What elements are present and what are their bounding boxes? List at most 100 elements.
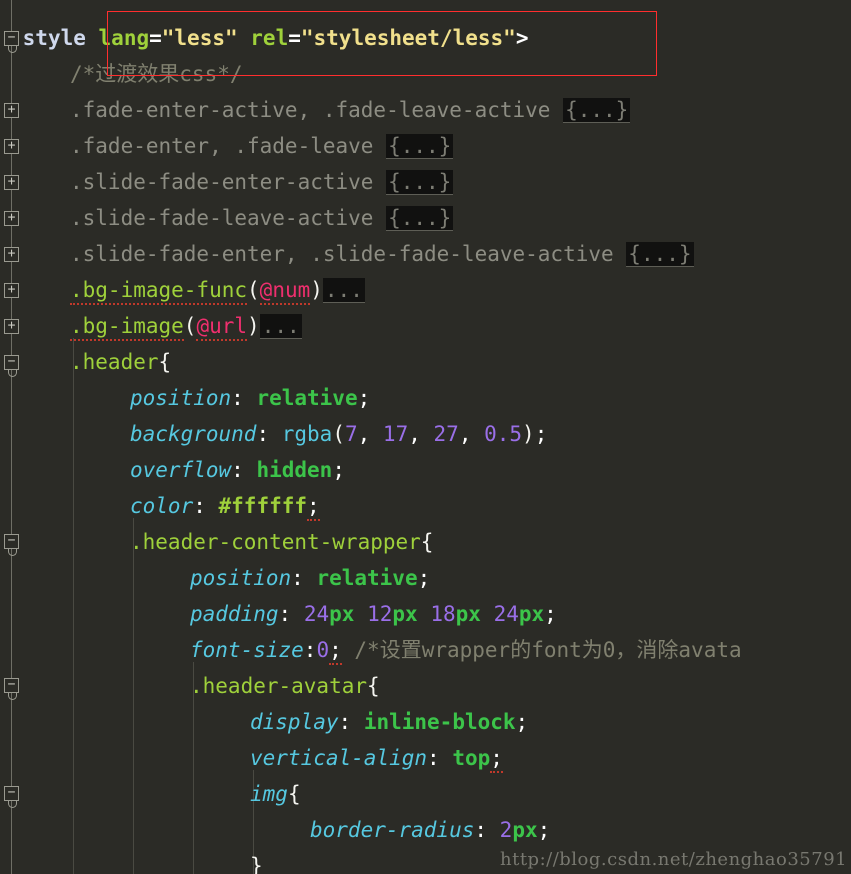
code-line[interactable]: img{ <box>0 776 851 812</box>
folded-code-marker[interactable]: {...} <box>386 206 454 231</box>
code-line[interactable]: .header-avatar{ <box>0 668 851 704</box>
code-line[interactable]: .header-content-wrapper{ <box>0 524 851 560</box>
fold-collapse-icon[interactable]: − <box>4 31 19 46</box>
code-token: .slide-fade-enter, .slide-fade-leave-act… <box>70 242 627 266</box>
code-token: ; <box>537 818 551 842</box>
code-token: , <box>408 422 434 446</box>
code-token: px <box>455 602 481 626</box>
fold-expand-icon[interactable]: + <box>4 175 19 190</box>
code-token: position <box>130 386 232 410</box>
code-line[interactable]: padding: 24px 12px 18px 24px; <box>0 596 851 632</box>
code-line[interactable]: .bg-image(@url)... <box>0 308 851 344</box>
code-line[interactable]: /*过渡效果css*/ <box>0 56 851 92</box>
fold-glyph: + <box>7 174 16 189</box>
code-line[interactable]: .fade-enter-active, .fade-leave-active {… <box>0 92 851 128</box>
code-token: : <box>427 746 453 770</box>
code-token: /*过渡效果css*/ <box>70 62 243 86</box>
code-token: .header-content-wrapper <box>130 530 421 554</box>
code-line[interactable]: display: inline-block; <box>0 704 851 740</box>
fold-expand-icon[interactable]: + <box>4 103 19 118</box>
code-token: color <box>130 494 194 518</box>
code-line[interactable]: font-size:0; /*设置wrapper的font为0，消除avata <box>0 632 851 668</box>
code-token: : <box>338 710 364 734</box>
code-token: = <box>149 26 162 50</box>
code-token: ( <box>183 314 197 338</box>
code-token: > <box>515 26 529 50</box>
code-token: position <box>190 566 292 590</box>
fold-expand-icon[interactable]: + <box>4 211 19 226</box>
fold-expand-icon[interactable]: + <box>4 139 19 154</box>
code-editor[interactable]: − + + + + + + + − − − − <style lang="less" rel="sty… <box>0 0 851 874</box>
fold-collapse-icon[interactable]: − <box>4 786 19 801</box>
code-token: ; <box>417 566 431 590</box>
fold-glyph: + <box>7 282 16 297</box>
code-token: @url <box>196 314 248 341</box>
code-token: 7 <box>344 422 358 446</box>
code-line[interactable]: position: relative; <box>0 560 851 596</box>
code-line[interactable]: color: #ffffff; <box>0 488 851 524</box>
code-token: style <box>22 26 86 50</box>
code-token: #ffffff <box>218 494 308 518</box>
code-token: : <box>303 638 317 662</box>
code-token: : <box>231 386 257 410</box>
code-token: ; <box>515 710 529 734</box>
code-line[interactable]: .slide-fade-enter, .slide-fade-leave-act… <box>0 236 851 272</box>
code-token: .header-avatar <box>190 674 368 698</box>
code-token: 12 <box>367 602 393 626</box>
fold-gutter[interactable]: − + + + + + + + − − − − <box>0 0 24 874</box>
code-token: , <box>357 422 383 446</box>
code-line[interactable]: .header{ <box>0 344 851 380</box>
fold-glyph: − <box>7 354 16 369</box>
code-token: 17 <box>382 422 409 446</box>
fold-glyph: + <box>7 318 16 333</box>
code-token: padding <box>190 602 279 626</box>
fold-expand-icon[interactable]: + <box>4 247 19 262</box>
code-content[interactable]: <style lang="less" rel="stylesheet/less"… <box>0 0 851 874</box>
fold-collapse-icon[interactable]: − <box>4 534 19 549</box>
folded-code-marker[interactable]: ... <box>259 314 302 339</box>
folded-code-marker[interactable]: {...} <box>386 134 454 159</box>
code-line[interactable]: vertical-align: top; <box>0 740 851 776</box>
code-token: ; <box>307 494 320 521</box>
fold-expand-icon[interactable]: + <box>4 319 19 334</box>
code-token: "stylesheet/less" <box>300 26 516 50</box>
code-token: px <box>518 602 545 626</box>
folded-code-marker[interactable]: {...} <box>563 98 631 123</box>
code-line[interactable]: .fade-enter, .fade-leave {...} <box>0 128 851 164</box>
code-line[interactable]: overflow: hidden; <box>0 452 851 488</box>
code-token: relative <box>256 386 358 410</box>
code-token: px <box>392 602 418 626</box>
code-token: .bg-image <box>70 314 184 341</box>
code-token: "less" <box>161 26 238 50</box>
code-token: top <box>452 746 491 770</box>
code-token: ; <box>332 458 345 482</box>
fold-glyph: + <box>7 210 16 225</box>
code-token: vertical-align <box>250 746 428 770</box>
code-line[interactable]: position: relative; <box>0 380 851 416</box>
code-token: ; <box>357 386 371 410</box>
code-line[interactable]: background: rgba(7, 17, 27, 0.5); <box>0 416 851 452</box>
fold-glyph: + <box>7 138 16 153</box>
code-token: ; <box>544 602 557 626</box>
code-token: overflow <box>130 458 232 482</box>
code-line[interactable]: .slide-fade-leave-active {...} <box>0 200 851 236</box>
code-line[interactable]: .bg-image-func(@num)... <box>0 272 851 308</box>
fold-expand-icon[interactable]: + <box>4 283 19 298</box>
folded-code-marker[interactable]: {...} <box>386 170 454 195</box>
code-line[interactable]: .slide-fade-enter-active {...} <box>0 164 851 200</box>
folded-code-marker[interactable]: {...} <box>626 242 694 267</box>
code-token: px <box>329 602 355 626</box>
code-token: { <box>367 674 380 698</box>
code-token: { <box>158 350 172 374</box>
code-token: px <box>512 818 538 842</box>
code-token: img <box>250 782 288 806</box>
folded-code-marker[interactable]: ... <box>322 278 365 303</box>
fold-collapse-icon[interactable]: − <box>4 678 19 693</box>
fold-collapse-icon[interactable]: − <box>4 355 19 370</box>
code-token: 2 <box>499 818 513 842</box>
code-token: ; <box>534 422 548 446</box>
code-line[interactable]: <style lang="less" rel="stylesheet/less"… <box>0 20 851 56</box>
code-token: ) <box>247 314 260 338</box>
